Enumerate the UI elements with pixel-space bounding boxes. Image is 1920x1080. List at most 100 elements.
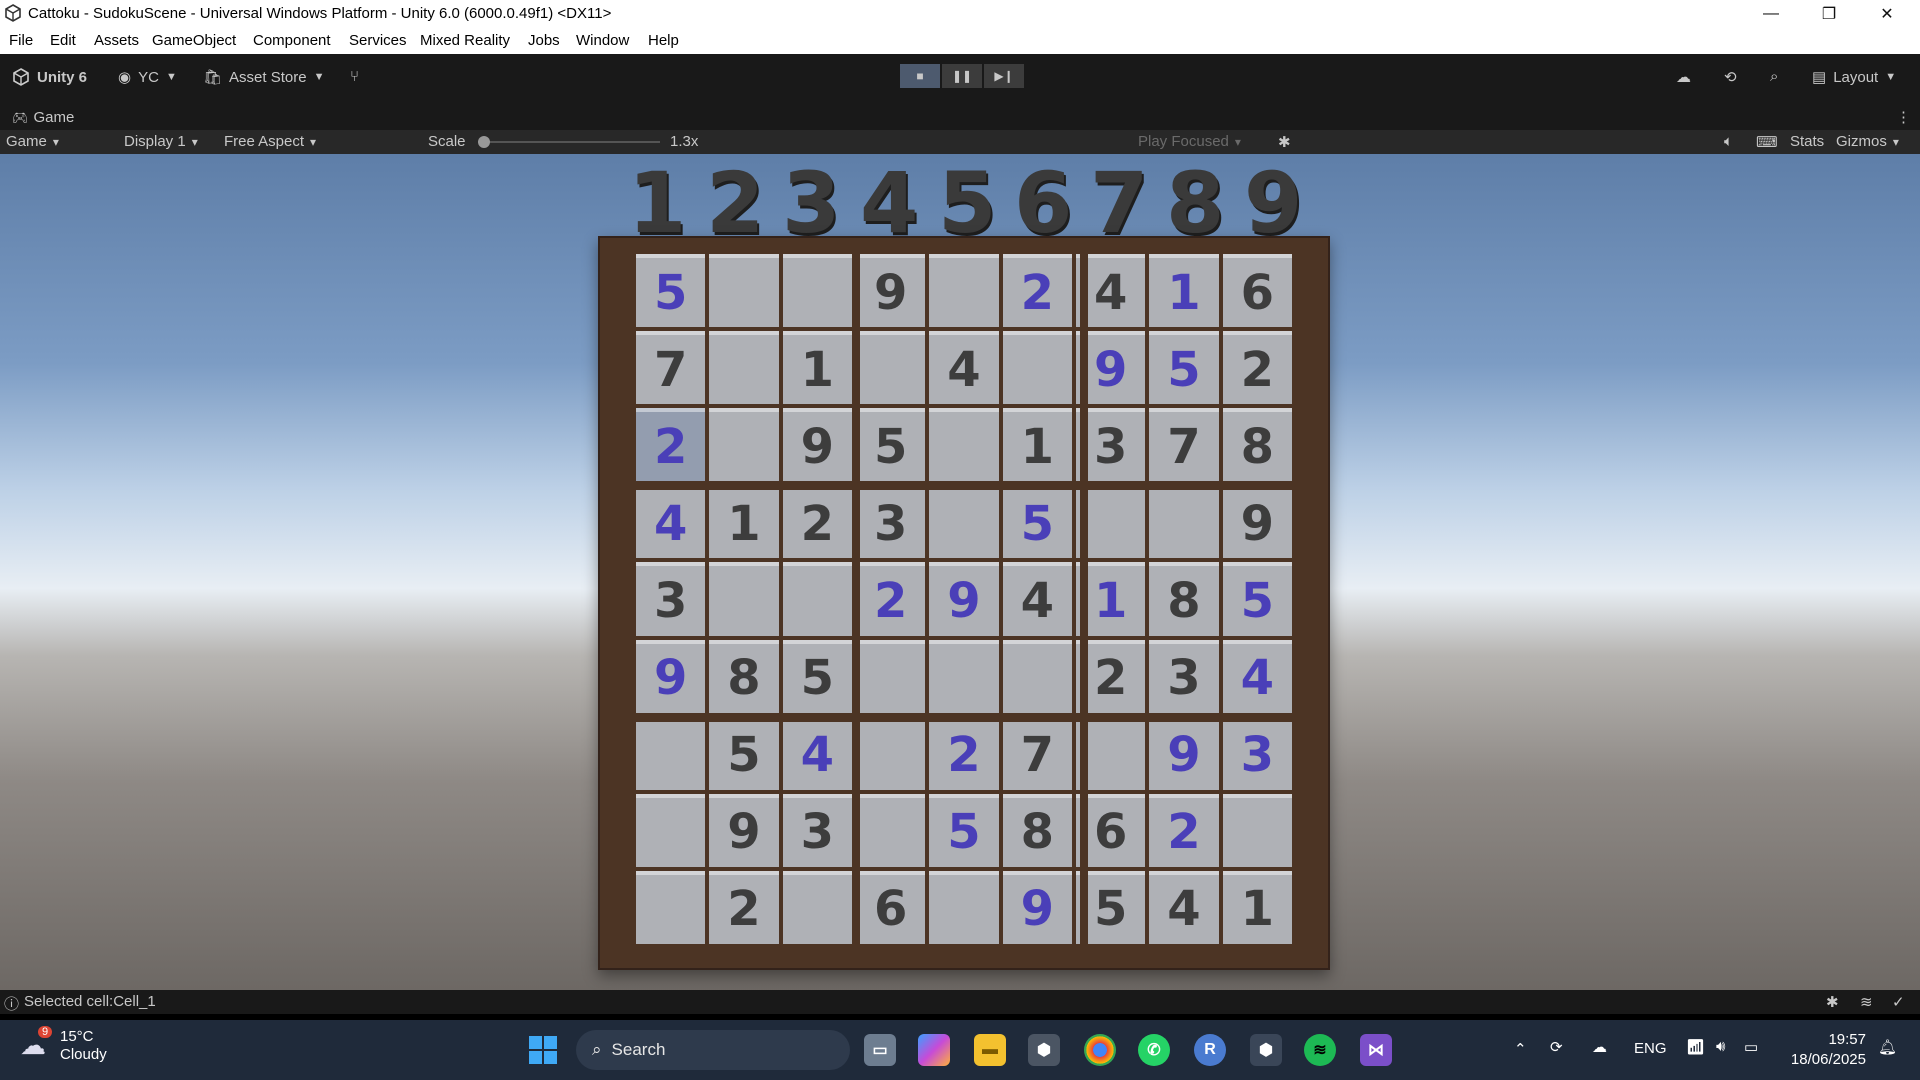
sudoku-cell[interactable]: 5 [1149, 331, 1219, 405]
onedrive-icon[interactable]: ☁ [1592, 1038, 1607, 1056]
sudoku-cell[interactable]: 3 [636, 562, 706, 636]
version-control-button[interactable]: ⑂ [350, 68, 359, 85]
weather-widget[interactable]: ☁ 9 15°C Cloudy [20, 1026, 107, 1064]
restore-button[interactable]: ❐ [1800, 0, 1858, 28]
mute-audio-icon[interactable]: 🔈︎ [1724, 133, 1733, 150]
sudoku-cell[interactable] [929, 254, 999, 328]
sudoku-cell[interactable]: 7 [1002, 716, 1072, 790]
chrome-icon[interactable] [1084, 1034, 1116, 1066]
sudoku-cell[interactable]: 2 [1002, 254, 1072, 328]
sudoku-cell[interactable]: 4 [1222, 639, 1292, 713]
check-icon[interactable]: ✓ [1892, 993, 1905, 1011]
sudoku-cell[interactable] [856, 331, 926, 405]
tab-game[interactable]: 🎮︎ Game [12, 109, 74, 126]
sudoku-cell[interactable]: 4 [782, 716, 852, 790]
close-button[interactable]: ✕ [1858, 0, 1916, 28]
sudoku-cell[interactable]: 4 [1002, 562, 1072, 636]
notifications-icon[interactable]: 🔔︎ [1878, 1038, 1897, 1056]
sudoku-cell[interactable] [929, 408, 999, 482]
layers-icon[interactable]: ≋ [1860, 993, 1873, 1011]
sudoku-cell[interactable]: 2 [929, 716, 999, 790]
unity-hub-icon[interactable]: ⬢ [1028, 1034, 1060, 1066]
play-focused-dropdown[interactable]: Play Focused [1138, 133, 1241, 150]
clock[interactable]: 19:57 18/06/2025 [1786, 1030, 1866, 1070]
menu-gameobject[interactable]: GameObject [152, 32, 236, 49]
sudoku-cell[interactable]: 7 [636, 331, 706, 405]
sudoku-cell[interactable]: 5 [1222, 562, 1292, 636]
unity-version-button[interactable]: Unity 6 [12, 68, 87, 86]
asset-store-dropdown[interactable]: 🛍︎ Asset Store ▼ [203, 68, 324, 87]
sudoku-cell[interactable]: 1 [782, 331, 852, 405]
scale-slider-handle[interactable] [478, 136, 490, 148]
menu-component[interactable]: Component [253, 32, 331, 49]
pause-button[interactable]: ❚❚ [942, 64, 982, 88]
sudoku-cell[interactable] [856, 793, 926, 867]
sudoku-cell[interactable]: 2 [856, 562, 926, 636]
game-viewport[interactable]: 123456789 592416714952295137841235932941… [0, 154, 1920, 990]
search-button[interactable]: ⌕ [1770, 68, 1778, 85]
sudoku-cell[interactable] [856, 639, 926, 713]
sudoku-cell[interactable]: 3 [856, 485, 926, 559]
minimize-button[interactable]: — [1742, 0, 1800, 28]
sudoku-cell[interactable]: 5 [929, 793, 999, 867]
status-message[interactable]: Selected cell:Cell_1 [24, 993, 156, 1010]
copilot-icon[interactable] [918, 1034, 950, 1066]
sudoku-cell[interactable]: 6 [1222, 254, 1292, 328]
aspect-dropdown[interactable]: Free Aspect [224, 133, 414, 150]
sudoku-cell[interactable]: 9 [929, 562, 999, 636]
sudoku-cell[interactable] [709, 254, 779, 328]
sudoku-cell[interactable] [709, 408, 779, 482]
sudoku-cell[interactable]: 3 [1222, 716, 1292, 790]
step-button[interactable]: ▶❙ [984, 64, 1024, 88]
menu-mixed-reality[interactable]: Mixed Reality [420, 32, 510, 49]
taskbar-search[interactable]: ⌕ Search [576, 1030, 850, 1070]
sudoku-cell[interactable] [709, 562, 779, 636]
display-dropdown[interactable]: Display 1 [124, 133, 198, 150]
whatsapp-icon[interactable]: ✆ [1138, 1034, 1170, 1066]
unity-editor-icon[interactable]: ⬢ [1250, 1034, 1282, 1066]
sudoku-cell[interactable]: 1 [1222, 870, 1292, 944]
file-explorer-icon[interactable]: ▬ [974, 1034, 1006, 1066]
mode-dropdown[interactable]: Game [6, 133, 106, 150]
sudoku-cell[interactable] [636, 716, 706, 790]
sudoku-cell[interactable]: 8 [709, 639, 779, 713]
sudoku-cell[interactable] [782, 254, 852, 328]
sudoku-cell[interactable] [782, 870, 852, 944]
sudoku-cell[interactable]: 2 [1149, 793, 1219, 867]
sudoku-cell[interactable] [856, 716, 926, 790]
sudoku-cell[interactable]: 9 [856, 254, 926, 328]
menu-services[interactable]: Services [349, 32, 407, 49]
spotify-icon[interactable]: ≋ [1304, 1034, 1336, 1066]
sudoku-cell[interactable]: 9 [1149, 716, 1219, 790]
sudoku-cell[interactable]: 6 [856, 870, 926, 944]
sudoku-cell[interactable]: 4 [1149, 870, 1219, 944]
sudoku-cell[interactable]: 3 [1149, 639, 1219, 713]
sync-icon[interactable]: ⟳ [1550, 1038, 1563, 1056]
menu-jobs[interactable]: Jobs [528, 32, 560, 49]
sudoku-cell[interactable] [929, 485, 999, 559]
menu-assets[interactable]: Assets [94, 32, 139, 49]
sudoku-cell[interactable]: 9 [636, 639, 706, 713]
volume-icon[interactable]: 🔊︎ [1716, 1038, 1725, 1055]
history-button[interactable]: ⟲ [1724, 68, 1737, 86]
stats-button[interactable]: Stats [1790, 133, 1824, 150]
stop-button[interactable]: ■ [900, 64, 940, 88]
sudoku-cell[interactable] [1222, 793, 1292, 867]
start-button[interactable] [527, 1034, 559, 1066]
sudoku-cell[interactable]: 5 [636, 254, 706, 328]
r-app-icon[interactable]: R [1194, 1034, 1226, 1066]
language-indicator[interactable]: ENG [1634, 1040, 1667, 1057]
sudoku-cell[interactable]: 8 [1149, 562, 1219, 636]
sudoku-cell[interactable] [709, 331, 779, 405]
chevron-up-icon[interactable]: ⌃ [1514, 1040, 1527, 1058]
sudoku-cell[interactable]: 7 [1149, 408, 1219, 482]
sudoku-cell[interactable] [1002, 331, 1072, 405]
sudoku-cell[interactable] [782, 562, 852, 636]
task-view-icon[interactable]: ▭ [864, 1034, 896, 1066]
shortcuts-icon[interactable]: ⌨ [1756, 133, 1778, 151]
debug-icon[interactable]: ✱ [1826, 993, 1839, 1011]
menu-help[interactable]: Help [648, 32, 679, 49]
layout-dropdown[interactable]: ▤ Layout ▼ [1812, 68, 1896, 87]
sudoku-cell[interactable]: 2 [782, 485, 852, 559]
bug-icon[interactable]: ✱ [1278, 133, 1291, 151]
